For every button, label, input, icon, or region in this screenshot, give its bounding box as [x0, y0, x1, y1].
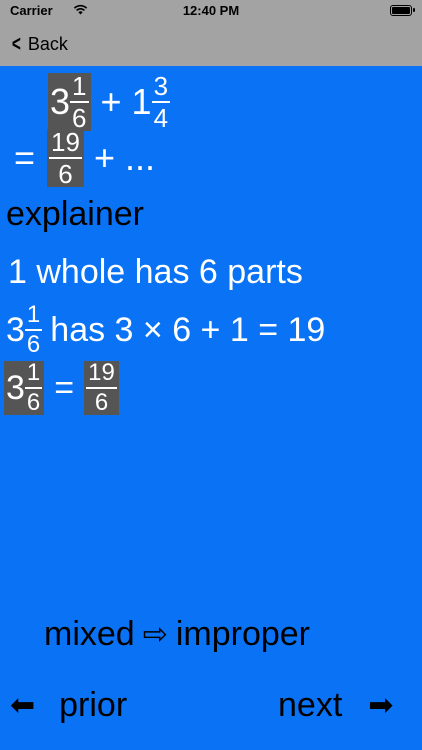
lesson-content: 3 1 6 + 1 3 4 = 19 6 + ... explainer 1 w…	[0, 66, 422, 750]
equals-sign: =	[54, 368, 75, 407]
equals-sign: =	[14, 137, 36, 178]
fraction: 3 4	[151, 71, 171, 133]
next-button[interactable]: next ➡	[278, 680, 393, 730]
problem-expression: 3 1 6 + 1 3 4	[48, 71, 171, 133]
denominator: 4	[153, 103, 169, 133]
continuation: + ...	[93, 137, 155, 178]
arrow-right-icon: ⇨	[142, 617, 168, 651]
denominator: 6	[26, 389, 41, 416]
fraction: 1 6	[70, 71, 89, 131]
explainer-title: explainer	[6, 194, 144, 233]
fraction: 19 6	[86, 361, 117, 415]
arrow-left-icon: ⬅	[10, 688, 36, 722]
status-time: 12:40 PM	[182, 3, 240, 18]
whole-part: 3	[6, 368, 25, 407]
highlighted-improper-fraction: 19 6	[47, 129, 84, 187]
battery-icon	[390, 5, 415, 16]
prior-label: prior	[59, 685, 128, 724]
numerator: 19	[49, 127, 82, 159]
mode-to-label: improper	[175, 614, 311, 653]
navigation-bar: < Back	[0, 22, 422, 66]
prior-button[interactable]: ⬅ prior	[10, 680, 127, 730]
plus-sign: +	[100, 81, 122, 122]
fraction: 19 6	[49, 129, 82, 187]
whole-part: 3	[50, 81, 71, 122]
back-label: Back	[27, 33, 68, 54]
explainer-line-3: 3 1 6 = 19 6	[4, 358, 119, 418]
conversion-mode-button[interactable]: mixed ⇨ improper	[44, 610, 310, 658]
numerator: 3	[151, 71, 171, 103]
explainer-text: has 3 × 6 + 1 = 19	[50, 310, 326, 349]
back-button[interactable]: < Back	[10, 30, 68, 58]
highlighted-mixed-number: 3 1 6	[48, 73, 91, 131]
highlighted-improper-fraction: 19 6	[84, 361, 119, 415]
numerator: 19	[86, 361, 117, 389]
fraction: 1 6	[24, 303, 43, 358]
fraction: 1 6	[24, 361, 43, 416]
denominator: 6	[94, 389, 109, 416]
explainer-line-1: 1 whole has 6 parts	[8, 252, 303, 291]
denominator: 6	[58, 159, 73, 189]
problem-step: = 19 6 + ...	[14, 128, 155, 188]
mode-from-label: mixed	[44, 614, 135, 653]
status-bar: Carrier 12:40 PM	[0, 0, 422, 22]
numerator: 1	[70, 71, 89, 103]
numerator: 1	[24, 361, 43, 389]
denominator: 6	[26, 331, 41, 358]
whole-part: 1	[131, 81, 152, 122]
chevron-left-icon: <	[11, 31, 21, 56]
explainer-line-2: 3 1 6 has 3 × 6 + 1 = 19	[6, 302, 325, 358]
highlighted-mixed-number: 3 1 6	[4, 361, 45, 416]
next-label: next	[278, 685, 343, 724]
arrow-right-icon: ➡	[368, 688, 394, 722]
numerator: 1	[24, 303, 43, 331]
whole-part: 3	[6, 310, 25, 349]
